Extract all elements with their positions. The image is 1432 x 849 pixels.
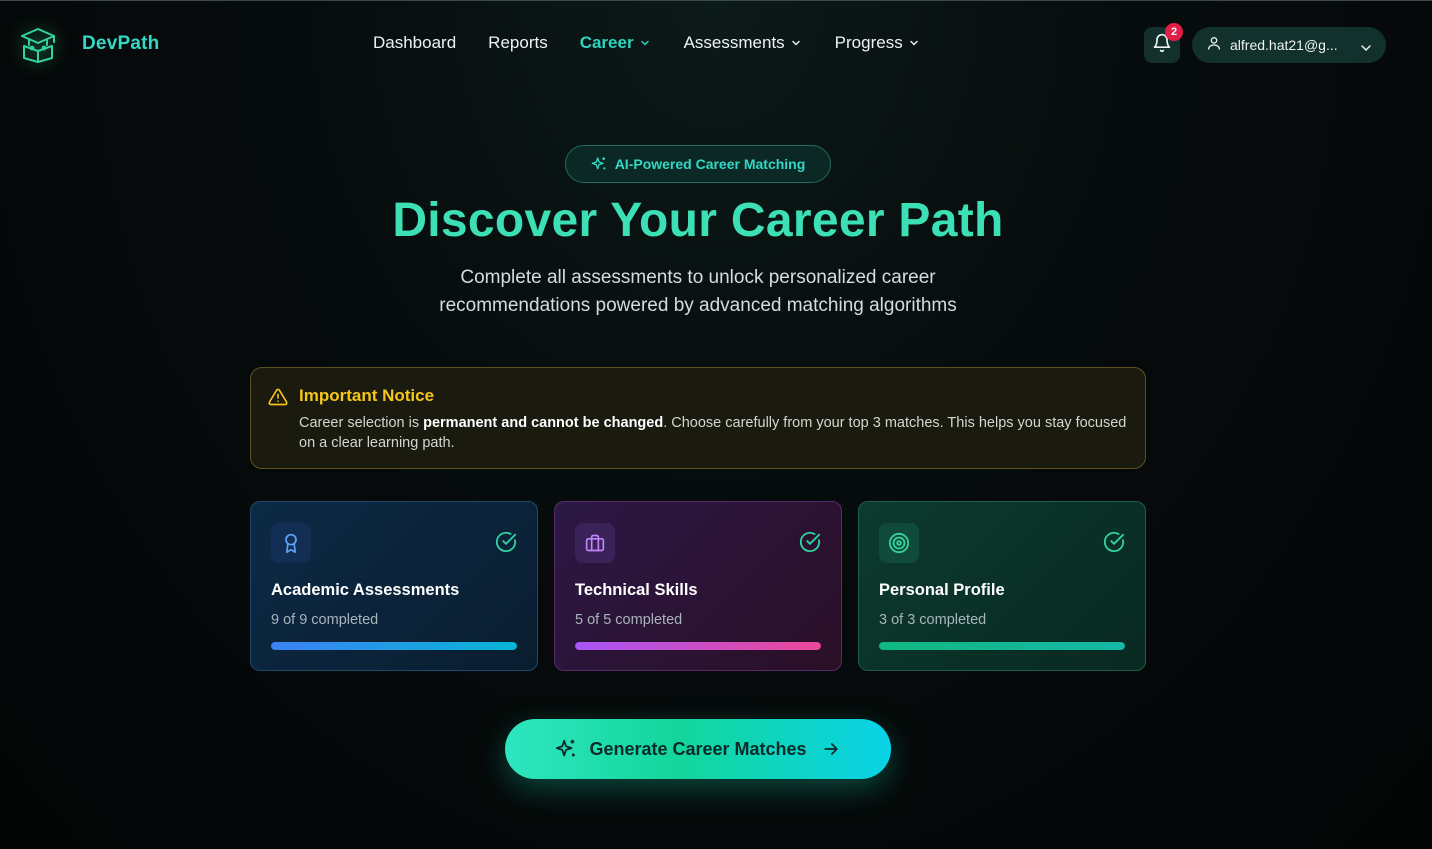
nav-career[interactable]: Career bbox=[580, 33, 650, 53]
award-icon bbox=[271, 523, 311, 563]
navbar: DevPath Dashboard Reports Career Assessm… bbox=[0, 0, 1432, 90]
progress-fill bbox=[271, 642, 517, 650]
card-status: 9 of 9 completed bbox=[271, 612, 379, 628]
brand-logo[interactable]: DevPath bbox=[16, 22, 159, 66]
card-status: 3 of 3 completed bbox=[879, 612, 987, 628]
notice-title: Important Notice bbox=[299, 386, 435, 405]
chevron-down-icon bbox=[640, 38, 650, 48]
user-menu[interactable]: alfred.hat21@g... bbox=[1192, 27, 1386, 63]
generate-career-matches-button[interactable]: Generate Career Matches bbox=[505, 719, 891, 779]
target-icon bbox=[879, 523, 919, 563]
card-technical-skills[interactable]: Technical Skills 5 of 5 completed bbox=[554, 501, 842, 671]
check-circle-icon bbox=[495, 531, 517, 558]
notice-body-bold: permanent and cannot be changed bbox=[423, 415, 664, 431]
briefcase-icon bbox=[575, 523, 615, 563]
nav-progress[interactable]: Progress bbox=[835, 33, 919, 53]
nav-dashboard[interactable]: Dashboard bbox=[373, 33, 456, 53]
nav-progress-label: Progress bbox=[834, 33, 903, 52]
brand-name: DevPath bbox=[82, 33, 160, 54]
check-circle-icon bbox=[1103, 531, 1125, 558]
card-personal-profile[interactable]: Personal Profile 3 of 3 completed bbox=[858, 501, 1146, 671]
card-title: Technical Skills bbox=[575, 581, 698, 599]
card-title: Academic Assessments bbox=[271, 581, 460, 599]
graduation-cap-icon bbox=[16, 22, 60, 66]
progress-bar bbox=[575, 642, 821, 650]
nav-reports[interactable]: Reports bbox=[488, 33, 548, 53]
notice-body-pre: Career selection is bbox=[299, 415, 424, 431]
nav-reports-label: Reports bbox=[488, 33, 548, 52]
page-title: Discover Your Career Path bbox=[392, 194, 1004, 247]
nav-assessments[interactable]: Assessments bbox=[684, 33, 801, 53]
progress-bar bbox=[271, 642, 517, 650]
arrow-right-icon bbox=[821, 739, 841, 759]
notification-count-badge: 2 bbox=[1165, 23, 1183, 41]
ai-badge-label: AI-Powered Career Matching bbox=[614, 156, 806, 172]
nav-assessments-label: Assessments bbox=[683, 33, 785, 52]
user-icon bbox=[1206, 35, 1222, 56]
page-subtitle: Complete all assessments to unlock perso… bbox=[439, 267, 957, 316]
notice-body: Career selection is permanent and cannot… bbox=[299, 413, 1134, 453]
chevron-down-icon bbox=[791, 38, 801, 48]
nav-career-label: Career bbox=[579, 33, 634, 52]
warning-icon bbox=[268, 387, 288, 412]
sparkles-icon bbox=[555, 738, 577, 760]
card-title: Personal Profile bbox=[879, 581, 1005, 599]
card-status: 5 of 5 completed bbox=[575, 612, 683, 628]
progress-fill bbox=[575, 642, 821, 650]
nav-dashboard-label: Dashboard bbox=[373, 33, 457, 52]
progress-fill bbox=[879, 642, 1125, 650]
check-circle-icon bbox=[799, 531, 821, 558]
user-email: alfred.hat21@g... bbox=[1230, 37, 1338, 53]
ai-badge: AI-Powered Career Matching bbox=[565, 145, 831, 183]
sparkles-icon bbox=[591, 156, 607, 172]
chevron-down-icon bbox=[909, 38, 919, 48]
chevron-down-icon bbox=[1360, 40, 1372, 58]
card-academic-assessments[interactable]: Academic Assessments 9 of 9 completed bbox=[250, 501, 538, 671]
main-nav: Dashboard Reports Career Assessments Pro… bbox=[373, 33, 919, 53]
progress-bar bbox=[879, 642, 1125, 650]
important-notice: Important Notice Career selection is per… bbox=[250, 367, 1146, 469]
cta-label: Generate Career Matches bbox=[589, 738, 807, 759]
